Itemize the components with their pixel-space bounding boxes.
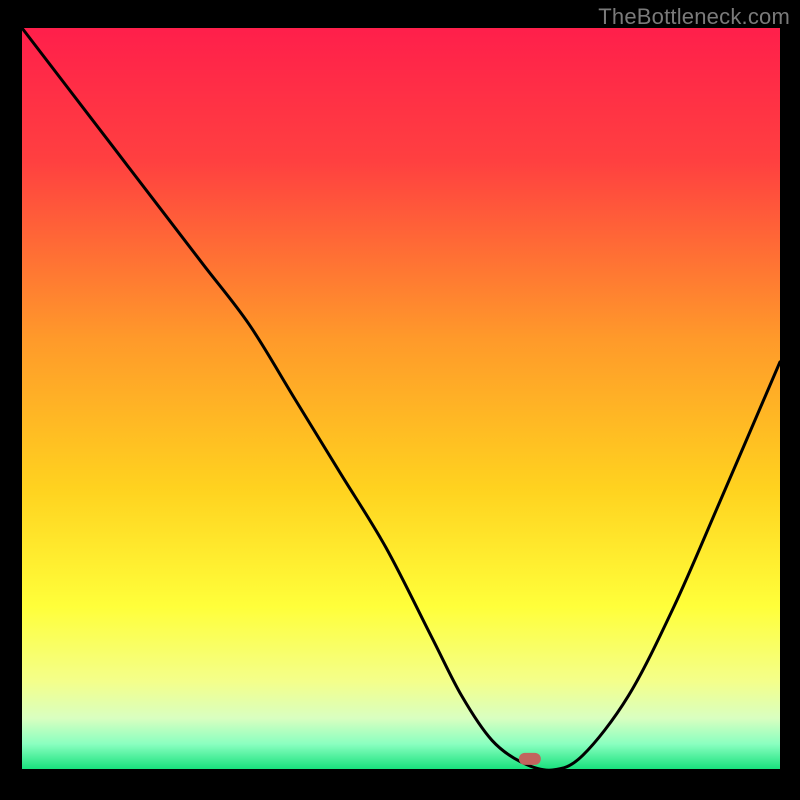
chart-root: TheBottleneck.com	[0, 0, 800, 800]
watermark-label: TheBottleneck.com	[598, 4, 790, 30]
optimal-point-marker	[519, 753, 541, 765]
chart-background	[22, 28, 780, 770]
bottleneck-chart	[0, 0, 800, 800]
